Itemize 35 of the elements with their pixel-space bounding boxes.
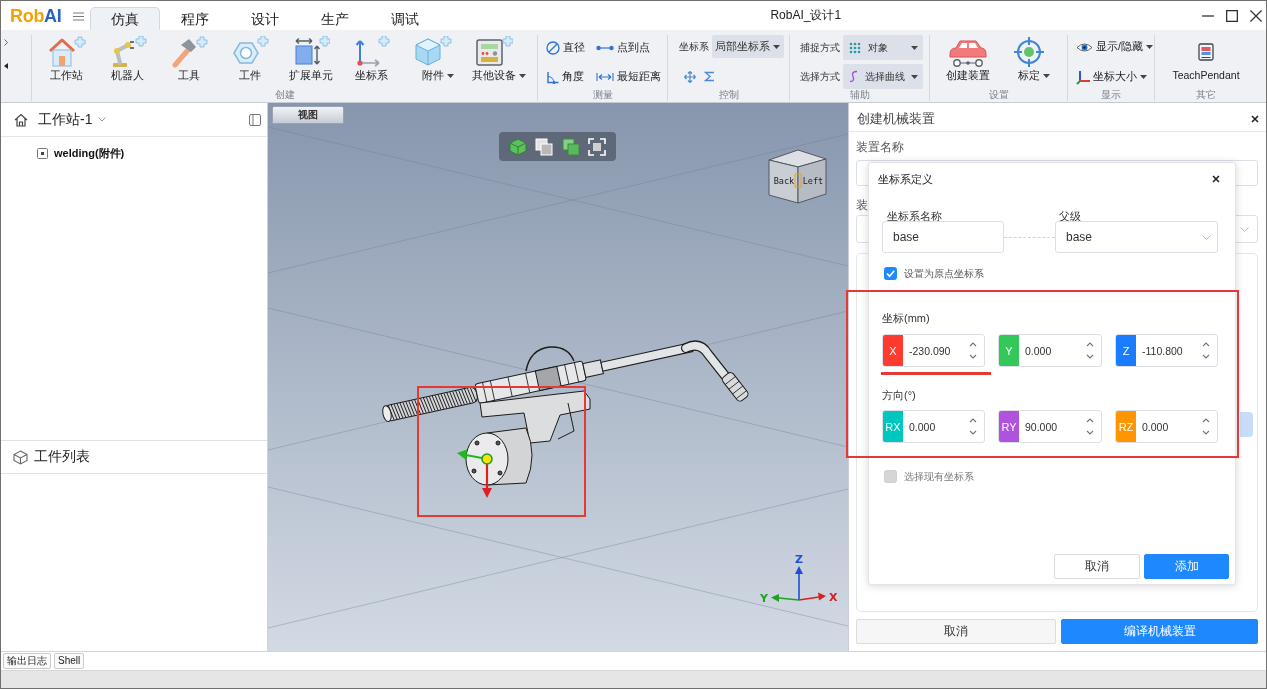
axis-tag: Y <box>999 335 1019 366</box>
group-label: 辅助 <box>849 88 870 101</box>
field-label: 选择方式 <box>800 69 840 84</box>
logo-text: AI <box>44 5 62 27</box>
field-label: 捕捉方式 <box>800 40 840 55</box>
axis-tag: RZ <box>1116 411 1136 442</box>
group-label: 控制 <box>718 88 739 101</box>
field-label: 装 <box>856 198 868 212</box>
field-label: 父级 <box>1059 210 1081 222</box>
axis-tag: RX <box>883 411 903 442</box>
field-label: 坐标系名称 <box>887 210 942 222</box>
window-title: RobAI_设计1 <box>770 7 842 24</box>
cube-face-label: Left <box>802 176 824 186</box>
axis-tag: Z <box>1116 335 1136 366</box>
group-label: 设置 <box>988 88 1009 101</box>
dialog-title: 坐标系定义 <box>878 171 933 187</box>
checkbox-label: 选择现有坐标系 <box>904 469 974 484</box>
axis-tag: X <box>883 335 903 366</box>
section-label: 方向(°) <box>882 389 916 402</box>
section-title: 工件列表 <box>34 448 90 466</box>
group-label: 创建 <box>274 88 295 101</box>
group-label: 显示 <box>1101 88 1121 101</box>
group-label: 测量 <box>592 88 613 101</box>
axis-tag: RY <box>999 411 1019 442</box>
axis-label: Y <box>760 592 768 605</box>
cube-face-label: Back <box>773 176 795 186</box>
panel-title: 创建机械装置 <box>857 109 935 128</box>
section-label: 坐标(mm) <box>882 312 930 325</box>
axis-label: Z <box>795 553 803 566</box>
group-label: 其它 <box>1196 88 1216 101</box>
axis-label: X <box>829 591 838 604</box>
field-label: 坐标系 <box>679 39 709 54</box>
checkbox-label: 设置为原点坐标系 <box>904 266 984 281</box>
logo-text: Rob <box>10 5 45 27</box>
field-label: 装置名称 <box>856 140 904 154</box>
